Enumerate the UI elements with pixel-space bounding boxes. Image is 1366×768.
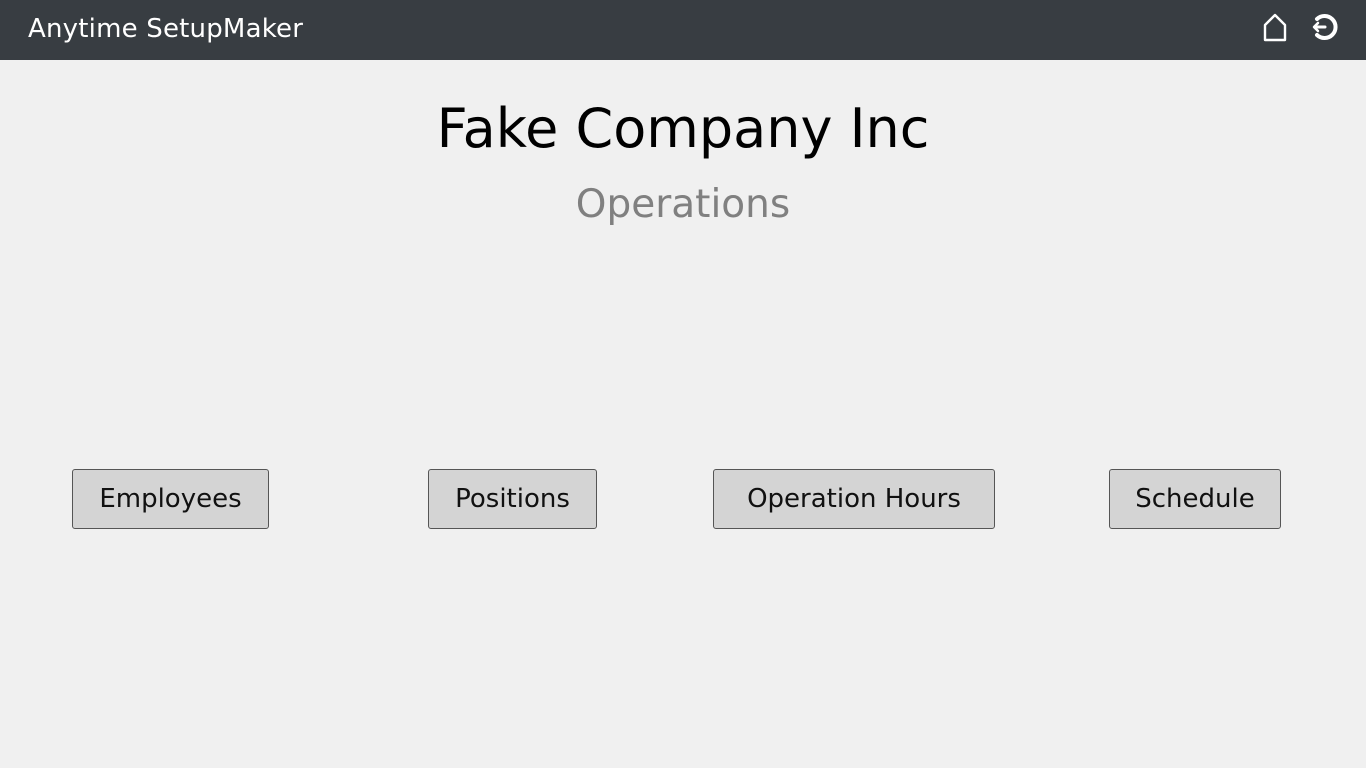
home-button[interactable]: [1258, 12, 1292, 46]
top-bar: Anytime SetupMaker: [0, 0, 1366, 60]
home-icon: [1262, 12, 1288, 46]
logout-icon: [1311, 13, 1339, 45]
section-title: Operations: [575, 182, 791, 227]
operation-hours-button[interactable]: Operation Hours: [713, 469, 995, 529]
logout-button[interactable]: [1308, 12, 1342, 46]
schedule-button[interactable]: Schedule: [1109, 469, 1281, 529]
company-name: Fake Company Inc: [436, 97, 930, 160]
employees-button[interactable]: Employees: [72, 469, 269, 529]
app-title: Anytime SetupMaker: [28, 14, 304, 44]
positions-button[interactable]: Positions: [428, 469, 597, 529]
